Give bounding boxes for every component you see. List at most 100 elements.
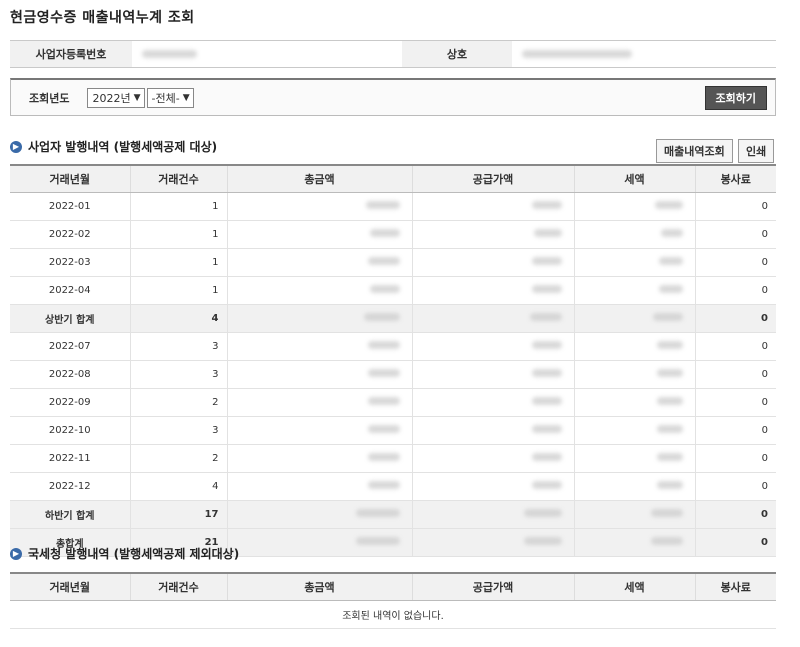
column-header: 세액 — [573, 572, 695, 601]
year-select-value: 2022년 — [92, 91, 131, 105]
business-name-label: 상호 — [402, 41, 512, 67]
service-fee-cell: 0 — [694, 528, 776, 557]
redacted-amount — [533, 229, 562, 237]
redacted-amount — [656, 397, 683, 405]
period-cell: 2022-08 — [10, 360, 130, 389]
table-row: 2022-03 1 0 — [10, 248, 776, 277]
supply-amount-cell — [411, 444, 574, 473]
redacted-amount — [658, 285, 683, 293]
count-cell: 1 — [129, 192, 227, 221]
subtotal-row: 하반기 합계 17 0 — [10, 500, 776, 529]
redacted-amount — [369, 229, 400, 237]
service-fee-cell: 0 — [694, 332, 776, 361]
tax-amount-cell — [573, 528, 695, 557]
total-amount-cell — [226, 500, 412, 529]
redacted-amount — [531, 397, 562, 405]
period-cell: 2022-09 — [10, 388, 130, 417]
section1-title-text: 사업자 발행내역 (발행세액공제 대상) — [28, 140, 218, 154]
total-amount-cell — [226, 388, 412, 417]
service-fee-cell: 0 — [694, 304, 776, 333]
redacted-amount — [652, 313, 683, 321]
count-cell: 2 — [129, 388, 227, 417]
section1-table: 거래년월 거래건수 총금액 공급가액 세액 봉사료 2022-01 1 0 2022-02 1 0 2… — [10, 164, 776, 557]
redacted-amount — [656, 453, 683, 461]
period-select[interactable]: -전체- ▼ — [146, 87, 194, 108]
redacted-amount — [363, 313, 400, 321]
business-info-bar: 사업자등록번호 상호 — [10, 40, 776, 68]
total-amount-cell — [226, 444, 412, 473]
column-header: 공급가액 — [411, 572, 574, 601]
sales-history-button[interactable]: 매출내역조회 — [656, 139, 733, 163]
period-cell: 2022-01 — [10, 192, 130, 221]
count-cell: 3 — [129, 416, 227, 445]
search-button[interactable]: 조회하기 — [704, 85, 767, 110]
print-button[interactable]: 인쇄 — [738, 139, 775, 163]
count-cell: 1 — [129, 220, 227, 249]
service-fee-cell: 0 — [694, 248, 776, 277]
page-title: 현금영수증 매출내역누계 조회 — [10, 10, 195, 26]
column-header: 총금액 — [226, 572, 412, 601]
column-header: 총금액 — [226, 164, 412, 193]
year-select[interactable]: 2022년 ▼ — [87, 87, 145, 108]
total-amount-cell — [226, 360, 412, 389]
redacted-amount — [531, 285, 562, 293]
tax-amount-cell — [573, 500, 695, 529]
count-cell: 17 — [129, 500, 227, 529]
count-cell: 3 — [129, 332, 227, 361]
redacted-amount — [656, 369, 683, 377]
column-header: 거래년월 — [10, 572, 130, 601]
total-amount-cell — [226, 192, 412, 221]
period-cell: 2022-12 — [10, 472, 130, 501]
tax-amount-cell — [573, 332, 695, 361]
redacted-amount — [369, 285, 400, 293]
table-row: 2022-10 3 0 — [10, 416, 776, 445]
supply-amount-cell — [411, 472, 574, 501]
redacted-amount — [660, 229, 683, 237]
bullet-arrow-icon: ▶ — [10, 140, 22, 153]
redacted-amount — [531, 481, 562, 489]
service-fee-cell: 0 — [694, 416, 776, 445]
section2-table: 거래년월 거래건수 총금액 공급가액 세액 봉사료 조회된 내역이 없습니다. — [10, 572, 776, 629]
supply-amount-cell — [411, 500, 574, 529]
biz-no-value — [132, 41, 402, 67]
business-name-value — [512, 41, 776, 67]
redacted-amount — [650, 509, 683, 517]
supply-amount-cell — [411, 388, 574, 417]
period-cell: 하반기 합계 — [10, 500, 130, 529]
total-amount-cell — [226, 416, 412, 445]
period-cell: 2022-11 — [10, 444, 130, 473]
supply-amount-cell — [411, 360, 574, 389]
redacted-amount — [367, 453, 400, 461]
service-fee-cell: 0 — [694, 192, 776, 221]
period-cell: 2022-04 — [10, 276, 130, 305]
redacted-amount — [531, 201, 562, 209]
total-amount-cell — [226, 248, 412, 277]
supply-amount-cell — [411, 276, 574, 305]
service-fee-cell: 0 — [694, 220, 776, 249]
column-header: 거래년월 — [10, 164, 130, 193]
period-cell: 2022-07 — [10, 332, 130, 361]
table-row: 2022-08 3 0 — [10, 360, 776, 389]
total-amount-cell — [226, 220, 412, 249]
section2-title-text: 국세청 발행내역 (발행세액공제 제외대상) — [28, 547, 240, 561]
supply-amount-cell — [411, 304, 574, 333]
redacted-amount — [367, 481, 400, 489]
chevron-down-icon: ▼ — [182, 92, 190, 103]
section2-title: ▶ 국세청 발행내역 (발행세액공제 제외대상) — [10, 545, 239, 562]
table-row: 2022-04 1 0 — [10, 276, 776, 305]
total-amount-cell — [226, 528, 412, 557]
redacted-business-name — [522, 50, 632, 58]
column-header: 공급가액 — [411, 164, 574, 193]
total-amount-cell — [226, 472, 412, 501]
section1-title: ▶ 사업자 발행내역 (발행세액공제 대상) — [10, 138, 217, 155]
biz-no-label: 사업자등록번호 — [10, 41, 132, 67]
count-cell: 1 — [129, 248, 227, 277]
table-row: 2022-07 3 0 — [10, 332, 776, 361]
tax-amount-cell — [573, 248, 695, 277]
table-row: 2022-01 1 0 — [10, 192, 776, 221]
redacted-amount — [654, 201, 683, 209]
total-amount-cell — [226, 276, 412, 305]
tax-amount-cell — [573, 192, 695, 221]
year-label: 조회년도 — [29, 91, 70, 105]
column-header: 세액 — [573, 164, 695, 193]
